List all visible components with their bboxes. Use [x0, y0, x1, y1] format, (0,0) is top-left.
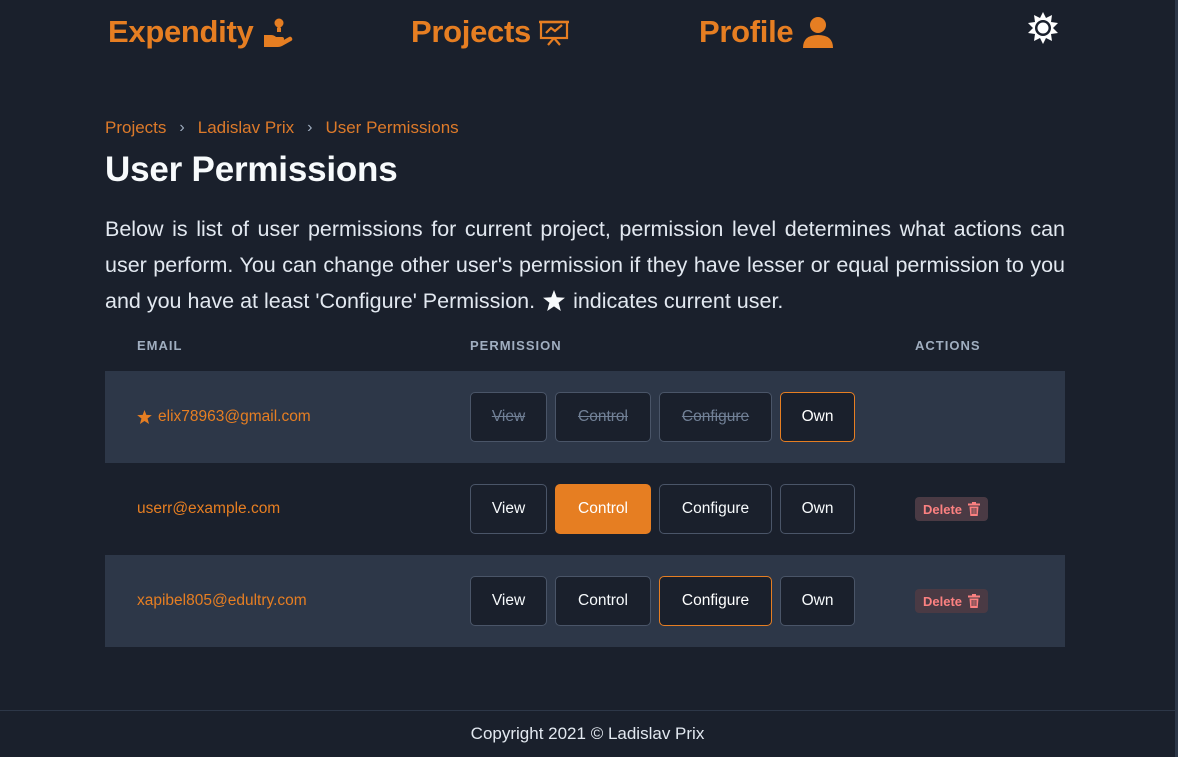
- nav-brand-link[interactable]: Expendity: [108, 14, 293, 50]
- theme-toggle-button[interactable]: [1025, 11, 1061, 50]
- breadcrumb-separator: ›: [307, 119, 313, 136]
- breadcrumb-separator: ›: [179, 119, 185, 136]
- table-row: xapibel805@edultry.com View Control Conf…: [105, 555, 1065, 647]
- delete-user-button[interactable]: Delete: [915, 589, 989, 613]
- column-header-permission: PERMISSION: [470, 338, 562, 353]
- presentation-chart-icon: [538, 18, 569, 46]
- delete-label: Delete: [923, 593, 963, 609]
- permission-button-group: View Control Configure Own: [470, 576, 863, 626]
- user-email-cell: userr@example.com: [137, 463, 280, 555]
- nav-profile-link[interactable]: Profile: [699, 14, 835, 50]
- delete-label: Delete: [923, 501, 963, 517]
- column-header-email: EMAIL: [137, 338, 183, 353]
- permission-view-button: View: [470, 392, 547, 442]
- nav-projects-link[interactable]: Projects: [411, 14, 569, 50]
- column-header-actions: ACTIONS: [915, 338, 981, 353]
- top-navigation: Expendity Projects Profile: [105, 0, 1065, 75]
- brand-name: Expendity: [108, 14, 254, 49]
- permission-control-button[interactable]: Control: [555, 484, 651, 534]
- breadcrumb-current: User Permissions: [325, 118, 459, 137]
- permission-configure-button: Configure: [659, 392, 772, 442]
- user-email-cell: xapibel805@edultry.com: [137, 555, 307, 647]
- page-title: User Permissions: [105, 150, 398, 189]
- star-icon: [543, 286, 566, 322]
- permissions-table: EMAIL PERMISSION ACTIONS elix78963@gmail…: [105, 325, 1065, 647]
- current-user-star-icon: [137, 410, 152, 424]
- page-description: Below is list of user permissions for cu…: [105, 211, 1065, 322]
- delete-user-button[interactable]: Delete: [915, 497, 989, 521]
- nav-projects-label: Projects: [411, 14, 531, 49]
- permission-control-button[interactable]: Control: [555, 576, 651, 626]
- intro-text-end: indicates current user.: [573, 289, 784, 313]
- permission-control-button: Control: [555, 392, 651, 442]
- permission-button-group: View Control Configure Own: [470, 484, 863, 534]
- user-email: xapibel805@edultry.com: [137, 592, 307, 609]
- nav-profile-label: Profile: [699, 14, 794, 49]
- breadcrumb-project-name[interactable]: Ladislav Prix: [198, 118, 294, 138]
- table-row: userr@example.com View Control Configure…: [105, 463, 1065, 555]
- footer-copyright: Copyright 2021 © Ladislav Prix: [470, 724, 705, 743]
- permission-own-button[interactable]: Own: [780, 392, 855, 442]
- trash-icon: [968, 594, 981, 608]
- user-icon: [801, 15, 835, 49]
- permission-configure-button[interactable]: Configure: [659, 484, 772, 534]
- sun-icon: [1026, 11, 1060, 50]
- permission-button-group: View Control Configure Own: [470, 392, 863, 442]
- breadcrumb: Projects › Ladislav Prix › User Permissi…: [105, 118, 459, 138]
- user-email: elix78963@gmail.com: [158, 408, 311, 425]
- permission-configure-button[interactable]: Configure: [659, 576, 772, 626]
- table-row: elix78963@gmail.com View Control Configu…: [105, 371, 1065, 463]
- breadcrumb-projects[interactable]: Projects: [105, 118, 166, 138]
- permission-view-button[interactable]: View: [470, 484, 547, 534]
- permission-own-button[interactable]: Own: [780, 576, 855, 626]
- user-email-cell: elix78963@gmail.com: [137, 371, 311, 463]
- table-header: EMAIL PERMISSION ACTIONS: [105, 325, 1065, 371]
- footer-divider: [0, 710, 1175, 711]
- hand-coin-icon: [261, 17, 293, 47]
- permission-view-button[interactable]: View: [470, 576, 547, 626]
- user-email: userr@example.com: [137, 500, 281, 517]
- permission-own-button[interactable]: Own: [780, 484, 855, 534]
- trash-icon: [968, 502, 981, 516]
